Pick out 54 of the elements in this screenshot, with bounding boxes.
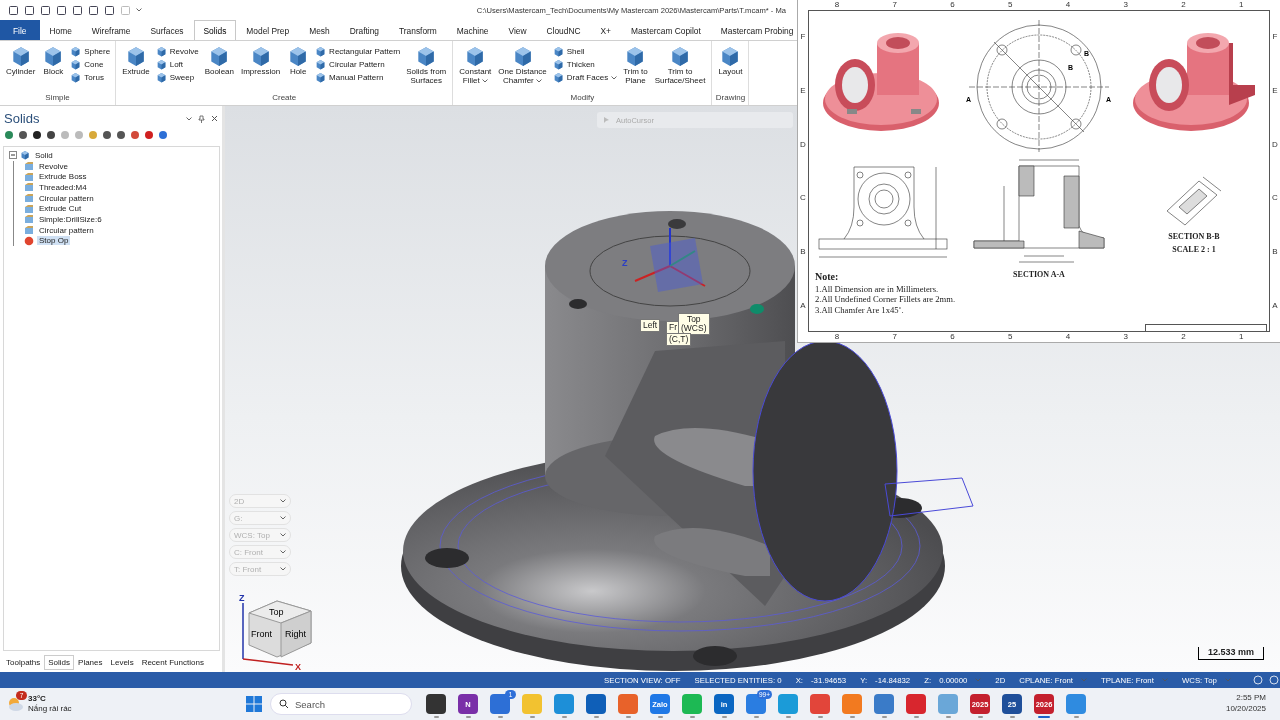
- zone-number: 4: [1065, 332, 1071, 342]
- note-line: 2.All Undefined Corner Fillets are 2mm.: [815, 294, 957, 305]
- zone-number: 7: [892, 332, 897, 342]
- zone-letter: A: [1272, 300, 1278, 310]
- plane-tooltip: Left: [640, 319, 661, 332]
- axis-label: Z: [239, 593, 245, 603]
- zone-number: 8: [834, 332, 840, 342]
- plane-tooltip: Top (WCS): [678, 313, 710, 335]
- zone-number: 6: [950, 0, 955, 10]
- zone-letter: B: [1272, 246, 1278, 256]
- zone-number: 1: [1238, 332, 1244, 342]
- zone-number: 7: [892, 0, 897, 10]
- cube-face-label: Top: [269, 607, 284, 617]
- zone-letter: A: [800, 300, 806, 310]
- scale-bar: 12.533 mm: [1197, 647, 1264, 660]
- note-title: Note:: [815, 271, 840, 284]
- clock-time: 2:55 PM: [1236, 693, 1266, 704]
- note-line: 1.All Dimension are in Millimeters.: [815, 283, 940, 295]
- cube-face-label: Front: [251, 629, 272, 639]
- axis-label: X: [295, 662, 301, 671]
- group-label: Simple: [44, 93, 71, 104]
- zone-number: 3: [1123, 0, 1128, 10]
- zone-letter: D: [1272, 139, 1278, 149]
- plane-tooltip: (C,T): [666, 333, 692, 346]
- zone-letter: D: [800, 139, 806, 149]
- axis-label: Z: [622, 258, 628, 268]
- group-label: Drawing: [715, 93, 746, 104]
- section-caption: SECTION B-B: [1168, 233, 1220, 242]
- zone-number: 8: [834, 0, 840, 10]
- zone-letter: E: [800, 86, 806, 95]
- temperature: 33°C: [28, 694, 47, 704]
- note-line: 3.All Chamfer Are 1x45˚.: [815, 304, 905, 316]
- zone-letter: C: [1272, 193, 1278, 203]
- zone-number: 4: [1065, 0, 1071, 10]
- cube-face-label: Right: [285, 629, 306, 639]
- section-caption: SECTION A-A: [1013, 271, 1065, 280]
- zone-number: 5: [1007, 0, 1013, 10]
- zone-number: 3: [1123, 332, 1128, 342]
- panel-title: Solids: [4, 111, 41, 126]
- zone-letter: E: [1272, 86, 1278, 95]
- zone-letter: B: [800, 246, 806, 256]
- zone-number: 2: [1181, 332, 1186, 342]
- clock-date: 10/20/2025: [1225, 704, 1266, 715]
- zone-number: 2: [1181, 0, 1186, 10]
- scale-caption: SCALE 2 : 1: [1172, 246, 1216, 255]
- zone-number: 6: [950, 332, 955, 342]
- weather-description: Nắng rải rác: [28, 704, 72, 714]
- group-label: Create: [271, 93, 298, 104]
- zone-letter: C: [800, 193, 806, 203]
- zone-number: 1: [1238, 0, 1244, 10]
- zone-letter: F: [1272, 32, 1278, 42]
- zone-number: 5: [1007, 332, 1013, 342]
- zone-letter: F: [800, 32, 806, 42]
- group-label: Modify: [569, 93, 596, 104]
